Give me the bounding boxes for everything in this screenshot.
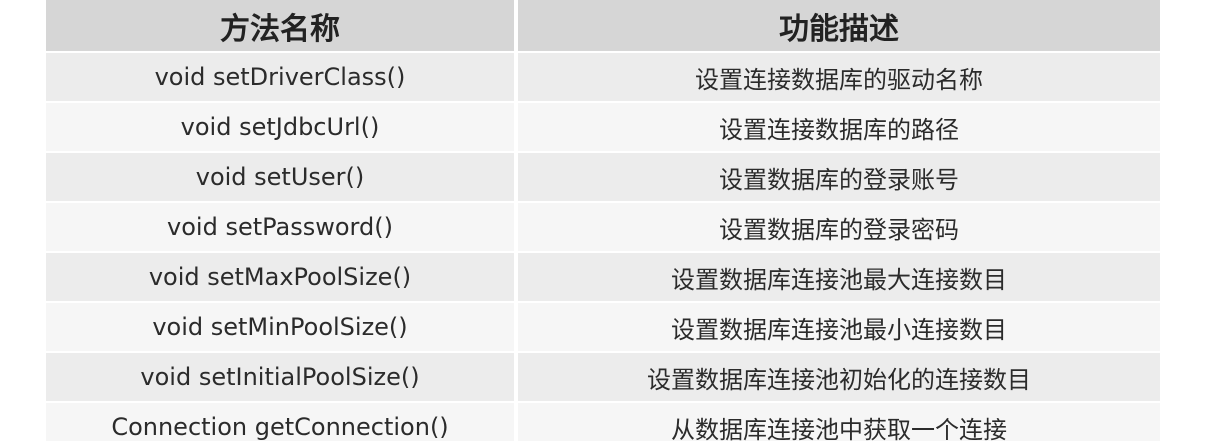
table-row: Connection getConnection() 从数据库连接池中获取一个连… [46, 401, 1160, 441]
method-cell: void setJdbcUrl() [46, 101, 516, 152]
description-cell: 设置数据库连接池最小连接数目 [514, 301, 1160, 352]
table-header-row: 方法名称 功能描述 [46, 0, 1160, 52]
method-cell: void setUser() [46, 151, 516, 202]
page: 方法名称 功能描述 void setDriverClass() 设置连接数据库的… [0, 0, 1208, 441]
header-method-name: 方法名称 [46, 0, 516, 52]
table-row: void setInitialPoolSize() 设置数据库连接池初始化的连接… [46, 351, 1160, 402]
method-cell: void setDriverClass() [46, 51, 516, 102]
description-cell: 设置数据库的登录密码 [514, 201, 1160, 252]
table-row: void setUser() 设置数据库的登录账号 [46, 151, 1160, 202]
method-cell: void setMaxPoolSize() [46, 251, 516, 302]
table-row: void setMinPoolSize() 设置数据库连接池最小连接数目 [46, 301, 1160, 352]
table-row: void setMaxPoolSize() 设置数据库连接池最大连接数目 [46, 251, 1160, 302]
table-row: void setPassword() 设置数据库的登录密码 [46, 201, 1160, 252]
description-cell: 设置连接数据库的路径 [514, 101, 1160, 152]
table-row: void setDriverClass() 设置连接数据库的驱动名称 [46, 51, 1160, 102]
method-cell: Connection getConnection() [46, 401, 516, 441]
table-row: void setJdbcUrl() 设置连接数据库的路径 [46, 101, 1160, 152]
description-cell: 设置数据库连接池初始化的连接数目 [514, 351, 1160, 402]
methods-table: 方法名称 功能描述 void setDriverClass() 设置连接数据库的… [46, 0, 1160, 441]
method-cell: void setInitialPoolSize() [46, 351, 516, 402]
method-cell: void setMinPoolSize() [46, 301, 516, 352]
method-cell: void setPassword() [46, 201, 516, 252]
header-description: 功能描述 [514, 0, 1160, 52]
description-cell: 设置连接数据库的驱动名称 [514, 51, 1160, 102]
description-cell: 设置数据库的登录账号 [514, 151, 1160, 202]
description-cell: 设置数据库连接池最大连接数目 [514, 251, 1160, 302]
description-cell: 从数据库连接池中获取一个连接 [514, 401, 1160, 441]
